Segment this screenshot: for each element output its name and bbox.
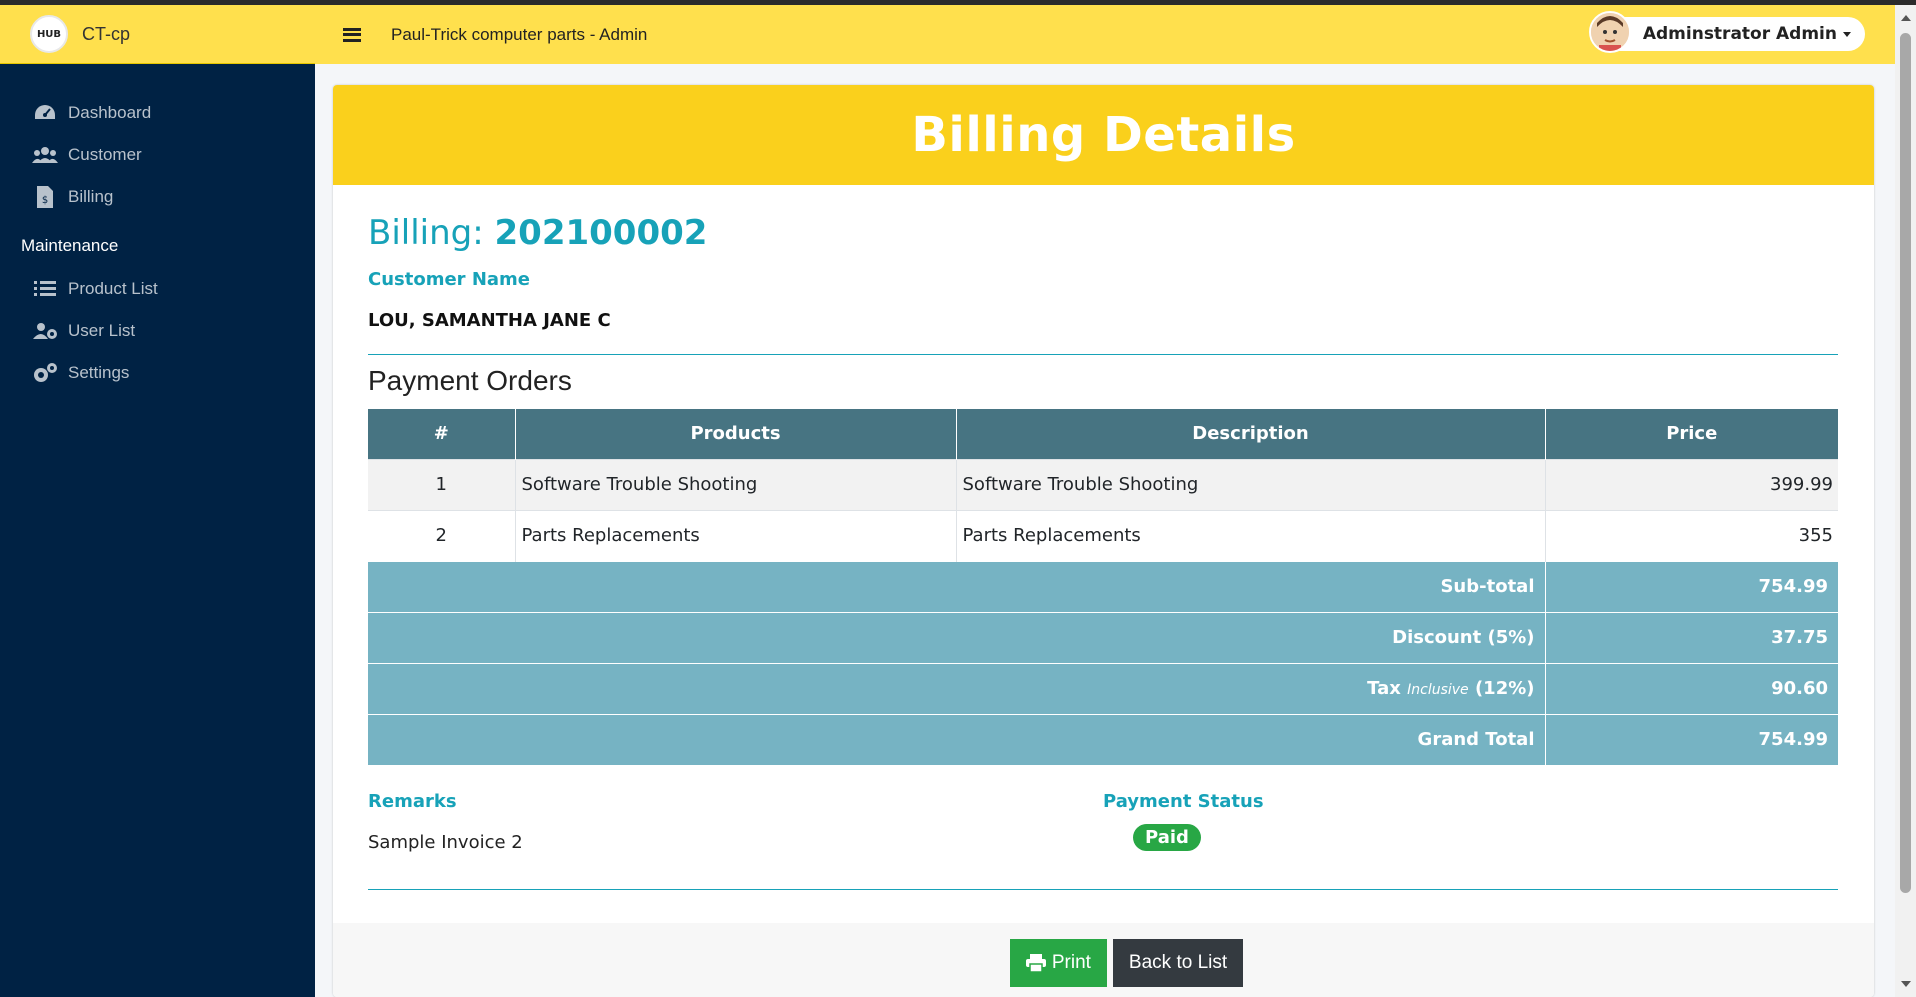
customer-name: LOU, SAMANTHA JANE C xyxy=(368,310,611,331)
row-product: Parts Replacements xyxy=(515,509,957,561)
tax-inclusive-note: Inclusive xyxy=(1407,682,1469,698)
discount-value: 37.75 xyxy=(1545,611,1838,663)
status-badge: Paid xyxy=(1133,824,1201,851)
scroll-up-icon[interactable] xyxy=(1901,15,1911,21)
billing-info-row: Remarks Sample Invoice 2 Payment Status … xyxy=(368,791,1838,853)
subtotal-value: 754.99 xyxy=(1545,560,1838,612)
sidebar: HUB CT-cp Dashboard Customer $ Billing M… xyxy=(0,5,315,997)
row-description: Parts Replacements xyxy=(956,509,1546,561)
divider xyxy=(368,354,1838,355)
avatar xyxy=(1588,11,1631,53)
sidebar-item-label: Dashboard xyxy=(68,103,152,122)
print-button-label: Print xyxy=(1051,952,1091,973)
user-menu-dropdown[interactable]: Adminstrator Admin xyxy=(1588,11,1865,53)
remarks-value: Sample Invoice 2 xyxy=(368,832,523,853)
subtotal-row: Sub-total 754.99 xyxy=(368,560,1838,612)
card-header: Billing Details xyxy=(333,85,1874,185)
payment-status-section: Payment Status Paid xyxy=(1103,791,1838,853)
scroll-down-icon[interactable] xyxy=(1901,981,1911,987)
sidebar-item-dashboard[interactable]: Dashboard xyxy=(0,92,315,134)
billing-number: 202100002 xyxy=(494,213,708,253)
users-icon xyxy=(30,145,60,165)
sidebar-section-maintenance: Maintenance xyxy=(21,236,119,255)
remarks-section: Remarks Sample Invoice 2 xyxy=(368,791,1103,853)
sidebar-item-label: Customer xyxy=(68,145,142,164)
sidebar-item-label: Billing xyxy=(68,187,114,206)
divider xyxy=(368,889,1838,890)
row-description: Software Trouble Shooting xyxy=(956,458,1546,510)
top-navbar: Paul-Trick computer parts - Admin Admins… xyxy=(315,5,1895,64)
sidebar-item-label: User List xyxy=(68,321,136,340)
row-product: Software Trouble Shooting xyxy=(515,458,957,510)
header-title: Paul-Trick computer parts - Admin xyxy=(391,24,648,44)
row-number: 1 xyxy=(368,458,516,510)
payment-orders-title: Payment Orders xyxy=(368,365,572,396)
payment-orders-table: # Products Description Price 1 Software … xyxy=(368,409,1838,765)
sidebar-nav: Dashboard Customer $ Billing Maintenance… xyxy=(0,64,315,394)
remarks-label: Remarks xyxy=(368,791,457,812)
row-price: 399.99 xyxy=(1545,458,1838,510)
card-body: Billing: 202100002 Customer Name LOU, SA… xyxy=(333,185,1874,890)
brand-logo: HUB xyxy=(30,15,68,53)
sidebar-item-billing[interactable]: $ Billing xyxy=(0,176,315,218)
billing-details-card: Billing Details Billing: 202100002 Custo… xyxy=(333,85,1874,997)
billing-code: Billing: 202100002 xyxy=(368,213,1838,253)
brand-name: CT-cp xyxy=(82,23,131,44)
payment-status-label: Payment Status xyxy=(1103,791,1264,812)
card-footer: Print Back to List xyxy=(333,923,1874,997)
brand[interactable]: HUB CT-cp xyxy=(0,5,315,64)
column-header-description: Description xyxy=(956,409,1546,459)
invoice-icon: $ xyxy=(30,186,60,208)
sidebar-item-label: Product List xyxy=(68,279,158,298)
scroll-thumb[interactable] xyxy=(1900,33,1911,893)
print-button[interactable]: Print xyxy=(1009,939,1107,987)
vertical-scrollbar[interactable] xyxy=(1895,5,1916,997)
subtotal-label: Sub-total xyxy=(368,560,1546,612)
row-price: 355 xyxy=(1545,509,1838,561)
user-cog-icon xyxy=(30,321,60,341)
dashboard-icon xyxy=(30,103,60,123)
column-header-products: Products xyxy=(515,409,957,459)
chevron-down-icon xyxy=(1843,31,1851,37)
print-icon xyxy=(1025,954,1046,972)
tax-row: Tax Inclusive (12%) 90.60 xyxy=(368,662,1838,714)
table-header-row: # Products Description Price xyxy=(368,409,1838,459)
user-name: Adminstrator Admin xyxy=(1642,24,1837,44)
row-number: 2 xyxy=(368,509,516,561)
brand-logo-text: HUB xyxy=(36,28,62,40)
discount-row: Discount (5%) 37.75 xyxy=(368,611,1838,663)
sidebar-item-product-list[interactable]: Product List xyxy=(0,268,315,310)
column-header-number: # xyxy=(368,409,516,459)
back-to-list-button[interactable]: Back to List xyxy=(1112,939,1244,987)
sidebar-item-label: Settings xyxy=(68,363,130,382)
discount-label: Discount (5%) xyxy=(368,611,1546,663)
grand-total-value: 754.99 xyxy=(1545,713,1838,765)
sidebar-item-user-list[interactable]: User List xyxy=(0,310,315,352)
sidebar-item-settings[interactable]: Settings xyxy=(0,352,315,394)
svg-text:$: $ xyxy=(42,195,48,206)
table-row: 1 Software Trouble Shooting Software Tro… xyxy=(368,458,1838,510)
sidebar-item-customer[interactable]: Customer xyxy=(0,134,315,176)
page-title: Billing Details xyxy=(911,107,1296,163)
menu-toggle-icon[interactable] xyxy=(343,27,361,42)
customer-name-label: Customer Name xyxy=(368,269,530,290)
grand-total-label: Grand Total xyxy=(368,713,1546,765)
gears-icon xyxy=(30,362,60,384)
back-button-label: Back to List xyxy=(1128,952,1228,973)
tax-label: Tax xyxy=(1367,678,1401,699)
tax-label-cell: Tax Inclusive (12%) xyxy=(368,662,1546,714)
tax-rate: (12%) xyxy=(1474,678,1535,699)
table-row: 2 Parts Replacements Parts Replacements … xyxy=(368,509,1838,561)
list-icon xyxy=(30,280,60,298)
grand-total-row: Grand Total 754.99 xyxy=(368,713,1838,765)
billing-label: Billing: xyxy=(368,213,484,253)
column-header-price: Price xyxy=(1545,409,1838,459)
tax-value: 90.60 xyxy=(1545,662,1838,714)
